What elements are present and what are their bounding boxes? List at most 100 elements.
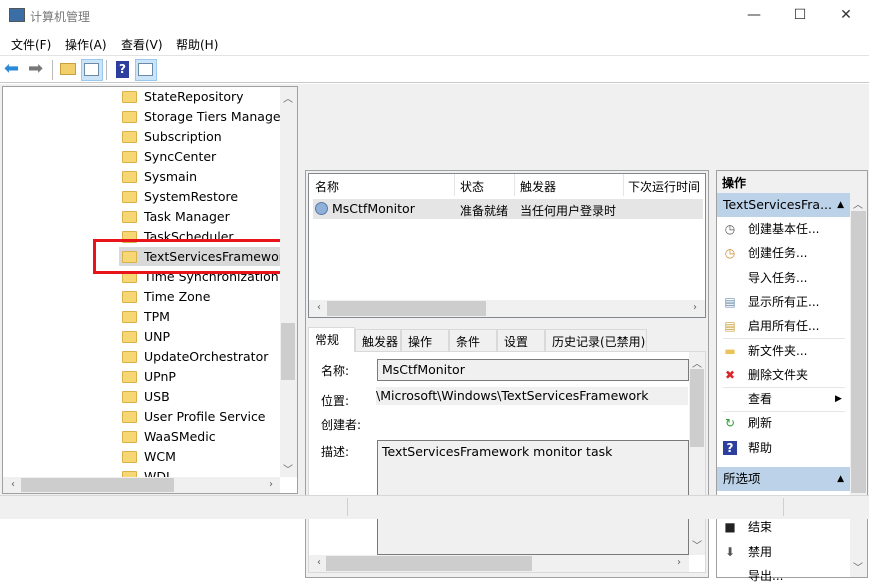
general-tab-panel: 名称: MsCtfMonitor 位置: \Microsoft\Windows\… (308, 351, 706, 573)
tree-horizontal-scrollbar[interactable]: ‹ › (3, 477, 280, 493)
section-selected-item[interactable]: 所选项 ▲ (717, 467, 850, 491)
tree-item[interactable]: StateRepository (119, 87, 281, 106)
tree-item[interactable]: Storage Tiers Managem (119, 107, 281, 126)
show-hide-action-pane-icon[interactable] (135, 59, 157, 81)
action-item[interactable]: ? 帮助 (717, 436, 850, 460)
menu-file[interactable]: 文件(F) (11, 36, 51, 53)
action-label: 禁用 (748, 544, 773, 559)
detail-horizontal-scrollbar[interactable]: ‹ › (309, 555, 689, 572)
column-next-run[interactable]: 下次运行时间 (628, 178, 700, 195)
stop-icon: ■ (724, 520, 736, 535)
action-item[interactable]: 查看 ▶ (717, 387, 850, 411)
action-item[interactable]: 导出... (717, 564, 850, 588)
delete-icon: ✖ (724, 367, 736, 382)
folder-icon (122, 131, 137, 143)
folder-icon (122, 431, 137, 443)
task-list-header: 名称 状态 触发器 下次运行时间 (309, 174, 705, 196)
tree-item-label: SyncCenter (144, 149, 217, 164)
location-value: \Microsoft\Windows\TextServicesFramework (376, 387, 688, 405)
action-label: 创建基本任... (748, 222, 820, 236)
tree-item[interactable]: Subscription (119, 127, 281, 146)
tree-item[interactable]: SyncCenter (119, 147, 281, 166)
help-icon: ? (723, 440, 737, 455)
tree-item-label: User Profile Service (144, 409, 266, 424)
tab-general[interactable]: 常规 (308, 327, 355, 352)
disable-icon: ⬇ (724, 544, 736, 559)
collapse-up-icon[interactable]: ▲ (837, 193, 844, 217)
tree-item-label: Time Zone (144, 289, 211, 304)
tab-triggers[interactable]: 触发器 (355, 329, 401, 351)
task-list: 名称 状态 触发器 下次运行时间 MsCtfMonitor 准备就绪 当任何用户… (308, 173, 706, 318)
tree-item[interactable]: TPM (119, 307, 281, 326)
column-name[interactable]: 名称 (315, 178, 339, 195)
up-folder-icon[interactable] (58, 59, 80, 81)
action-item[interactable]: ▬ 新文件夹... (717, 339, 850, 363)
collapse-up-icon[interactable]: ▲ (837, 467, 844, 491)
menu-view[interactable]: 查看(V) (121, 36, 163, 53)
action-item[interactable]: ▤ 启用所有任... (717, 314, 850, 338)
tree-item[interactable]: UNP (119, 327, 281, 346)
actions-vertical-scrollbar[interactable]: ︿ ﹀ (850, 193, 867, 577)
action-label: 删除文件夹 (748, 367, 809, 382)
folder-icon (122, 191, 137, 203)
tree-item[interactable]: Sysmain (119, 167, 281, 186)
help-icon[interactable]: ? (112, 59, 134, 81)
folder-icon (122, 171, 137, 183)
folder-icon (122, 151, 137, 163)
tab-history[interactable]: 历史记录(已禁用) (545, 329, 647, 351)
show-hide-console-tree-icon[interactable] (81, 59, 103, 81)
action-item[interactable]: ▤ 显示所有正... (717, 290, 850, 314)
action-label: 导入任务... (748, 270, 808, 285)
name-field[interactable]: MsCtfMonitor (377, 359, 689, 381)
minimize-button[interactable]: — (731, 0, 777, 30)
action-label: 创建任务... (748, 246, 808, 261)
action-item[interactable]: ↻ 刷新 (717, 411, 850, 435)
list-horizontal-scrollbar[interactable]: ‹ › (309, 300, 705, 317)
column-trigger[interactable]: 触发器 (520, 178, 556, 195)
tree-item-label: UNP (144, 329, 171, 344)
folder-icon (122, 331, 137, 343)
tree-item[interactable]: SystemRestore (119, 187, 281, 206)
action-item[interactable]: ⬇ 禁用 (717, 540, 850, 564)
tree-item[interactable]: UpdateOrchestrator (119, 347, 281, 366)
window-title: 计算机管理 (30, 10, 91, 24)
table-row[interactable]: MsCtfMonitor 准备就绪 当任何用户登录时 (313, 199, 703, 219)
section-textservicesframework[interactable]: TextServicesFra... ▲ (717, 193, 850, 217)
main-area: StateRepository Storage Tiers Managem Subs… (0, 84, 869, 583)
detail-vertical-scrollbar[interactable]: ︿ ﹀ (689, 352, 705, 555)
tab-actions[interactable]: 操作 (401, 329, 449, 351)
show-running-tasks-icon: ▤ (724, 294, 736, 309)
tree-item[interactable]: WCM (119, 447, 281, 466)
action-item[interactable]: ◷ 创建基本任... (717, 217, 850, 241)
task-name: MsCtfMonitor (332, 201, 415, 216)
status-bar (0, 495, 869, 519)
action-label: 刷新 (748, 416, 773, 431)
action-item[interactable]: ◷ 创建任务... (717, 241, 850, 265)
tree-item-label: Subscription (144, 129, 222, 144)
maximize-button[interactable]: ☐ (777, 0, 823, 30)
tab-settings[interactable]: 设置 (497, 329, 545, 351)
tree-item-label: USB (144, 389, 170, 404)
tree-item-label: StateRepository (144, 89, 244, 104)
author-label: 创建者: (321, 418, 362, 432)
tree-vertical-scrollbar[interactable]: ︿ ﹀ (280, 87, 297, 477)
tree-item[interactable]: USB (119, 387, 281, 406)
section-title: 所选项 (723, 471, 761, 486)
menu-action[interactable]: 操作(A) (65, 36, 107, 53)
action-item[interactable]: 导入任务... (717, 266, 850, 290)
back-arrow-icon[interactable]: ⬅ (4, 59, 26, 81)
tree-item[interactable]: Time Zone (119, 287, 281, 306)
tree-item[interactable]: WaaSMedic (119, 427, 281, 446)
tree-item[interactable]: UPnP (119, 367, 281, 386)
create-task-icon: ◷ (724, 246, 736, 261)
tree-item[interactable]: Task Manager (119, 207, 281, 226)
folder-icon (122, 111, 137, 123)
forward-arrow-icon[interactable]: ➡ (28, 59, 50, 81)
menu-help[interactable]: 帮助(H) (176, 36, 218, 53)
action-item[interactable]: ✖ 删除文件夹 (717, 363, 850, 387)
tree-item[interactable]: User Profile Service (119, 407, 281, 426)
folder-icon (122, 91, 137, 103)
tab-conditions[interactable]: 条件 (449, 329, 497, 351)
column-status[interactable]: 状态 (460, 178, 484, 195)
close-button[interactable]: ✕ (823, 0, 869, 30)
